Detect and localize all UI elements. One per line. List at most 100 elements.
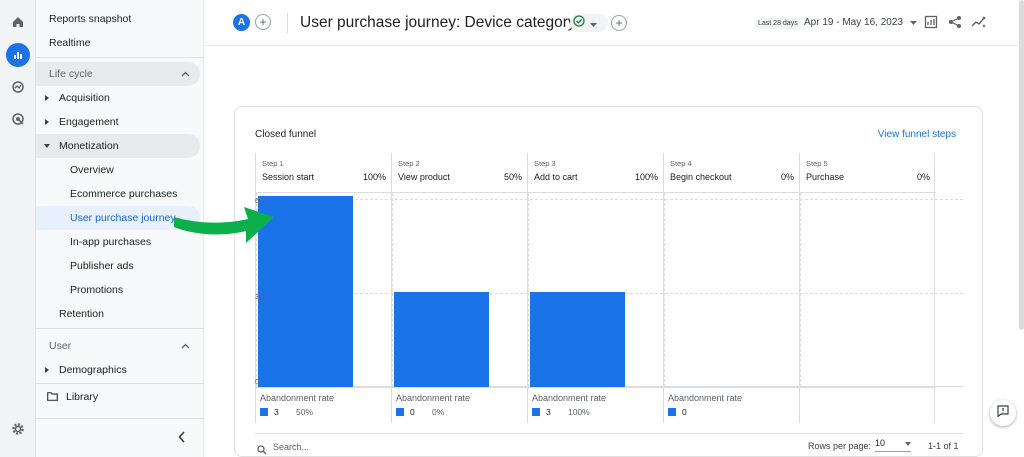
sidebar-item-label: Acquisition — [59, 92, 110, 104]
abandonment-cell: Abandonment rate 0 0% — [392, 387, 528, 423]
sidebar-item-label: Publisher ads — [70, 260, 134, 272]
add-filter-button[interactable]: + — [611, 15, 627, 31]
sidebar-item-engagement[interactable]: Engagement — [36, 110, 200, 134]
funnel-chart: Step 1 Session start 100% Abandonment rate 3… — [255, 153, 963, 423]
abandonment-count: 0 — [410, 407, 415, 417]
series-swatch — [668, 408, 676, 416]
funnel-step[interactable]: Step 5 Purchase 0% — [799, 153, 936, 423]
step-plot-area — [664, 193, 800, 387]
sidebar-section-user[interactable]: User — [36, 334, 200, 358]
search-input[interactable] — [273, 440, 433, 454]
sidebar-item-reports-snapshot[interactable]: Reports snapshot — [36, 7, 200, 31]
insights-icon[interactable] — [970, 13, 988, 31]
step-plot-area — [392, 193, 528, 387]
sidebar-item-label: Ecommerce purchases — [70, 188, 178, 200]
divider — [36, 328, 204, 329]
sidebar-item-monetization[interactable]: Monetization — [36, 134, 200, 158]
sidebar-item-library[interactable]: Library — [36, 385, 200, 409]
funnel-bar[interactable] — [394, 292, 489, 387]
search-icon — [257, 442, 267, 457]
step-number: Step 5 — [806, 159, 828, 168]
abandonment-rate: 0% — [432, 407, 445, 417]
sidebar-item-label: Monetization — [59, 140, 119, 152]
collapse-sidebar-icon[interactable] — [178, 430, 186, 448]
status-chip[interactable] — [570, 14, 608, 32]
step-name: View product — [398, 172, 450, 182]
divider — [36, 418, 204, 419]
caret-right-icon — [44, 117, 50, 127]
sidebar-item-realtime[interactable]: Realtime — [36, 31, 200, 55]
sidebar-item-overview[interactable]: Overview — [36, 158, 200, 182]
date-range-picker[interactable]: Apr 19 - May 16, 2023 — [804, 17, 917, 28]
funnel-step[interactable]: Step 2 View product 50% Abandonment rate 0 0% — [391, 153, 528, 423]
customize-report-icon[interactable] — [922, 13, 940, 31]
pagination-label: 1-1 of 1 — [928, 441, 959, 451]
settings-icon[interactable] — [6, 417, 30, 441]
sidebar-section-lifecycle[interactable]: Life cycle — [36, 62, 200, 86]
sidebar-item-retention[interactable]: Retention — [36, 302, 200, 326]
sidebar-item-label: Reports snapshot — [49, 13, 132, 25]
left-rail — [0, 0, 36, 457]
step-name: Begin checkout — [670, 172, 732, 182]
caret-right-icon — [44, 93, 50, 103]
funnel-step-header: Step 4 Begin checkout 0% — [664, 153, 800, 193]
sidebar-item-label: Library — [66, 391, 99, 403]
add-comparison-button[interactable]: + — [255, 14, 271, 30]
report-header: A + User purchase journey: Device catego… — [204, 0, 1024, 46]
abandonment-rate: 50% — [296, 407, 314, 417]
annotation-arrow — [174, 207, 274, 243]
explore-icon[interactable] — [6, 75, 30, 99]
sidebar-item-acquisition[interactable]: Acquisition — [36, 86, 200, 110]
reports-icon[interactable] — [6, 43, 30, 67]
funnel-step[interactable]: Step 4 Begin checkout 0% Abandonment rate 0 — [663, 153, 800, 423]
caret-down-icon — [44, 141, 50, 151]
funnel-step-header: Step 1 Session start 100% — [256, 153, 392, 193]
abandonment-rate-label: Abandonment rate — [396, 393, 471, 403]
series-swatch — [532, 408, 540, 416]
rows-per-page-value: 10 — [875, 438, 886, 448]
step-name: Add to cart — [534, 172, 578, 182]
step-completion-rate: 100% — [362, 172, 386, 182]
abandonment-rate-label: Abandonment rate — [532, 393, 607, 403]
caret-down-icon — [590, 14, 597, 32]
series-swatch — [396, 408, 404, 416]
step-plot-area — [800, 193, 936, 387]
step-plot-area — [528, 193, 664, 387]
funnel-step-header: Step 2 View product 50% — [392, 153, 528, 193]
sidebar-item-label: Retention — [59, 308, 104, 320]
abandonment-cell: Abandonment rate 3 100% — [528, 387, 664, 423]
funnel-bar[interactable] — [530, 292, 625, 387]
sidebar-item-label: User purchase journey — [70, 212, 176, 224]
share-icon[interactable] — [946, 13, 964, 31]
comparison-avatar[interactable]: A — [233, 14, 250, 31]
sidebar-item-publisher-ads[interactable]: Publisher ads — [36, 254, 200, 278]
card-title: Closed funnel — [255, 129, 317, 140]
sidebar-item-label: Promotions — [70, 284, 124, 296]
table-toolbar: Rows per page: 10 1-1 of 1 — [255, 433, 963, 457]
abandonment-rate-label: Abandonment rate — [668, 393, 743, 403]
rows-per-page-select[interactable]: 10 — [875, 438, 911, 452]
abandonment-cell — [800, 387, 936, 423]
sidebar-item-promotions[interactable]: Promotions — [36, 278, 200, 302]
view-funnel-steps-link[interactable]: View funnel steps — [878, 129, 956, 140]
step-completion-rate: 100% — [634, 172, 658, 182]
page-scrollbar[interactable] — [1019, 0, 1024, 330]
funnel-step-header: Step 3 Add to cart 100% — [528, 153, 664, 193]
divider — [287, 13, 288, 33]
sidebar-item-label: In-app purchases — [70, 236, 152, 248]
date-preset-badge: Last 28 days — [755, 18, 801, 29]
advertising-icon[interactable] — [6, 107, 30, 131]
caret-right-icon — [44, 365, 50, 375]
sidebar-item-label: Engagement — [59, 116, 119, 128]
abandonment-cell: Abandonment rate 0 — [664, 387, 800, 423]
check-circle-icon — [573, 14, 585, 32]
step-number: Step 3 — [534, 159, 556, 168]
funnel-step[interactable]: Step 3 Add to cart 100% Abandonment rate 3 10… — [527, 153, 664, 423]
sidebar-item-label: Realtime — [49, 37, 91, 49]
sidebar-item-demographics[interactable]: Demographics — [36, 358, 200, 382]
feedback-button[interactable] — [990, 400, 1016, 426]
y-tick-label: 0 — [255, 377, 260, 386]
rows-per-page-label: Rows per page: — [808, 441, 872, 451]
home-icon[interactable] — [6, 10, 30, 34]
y-tick-label: 3.1 — [255, 292, 266, 301]
